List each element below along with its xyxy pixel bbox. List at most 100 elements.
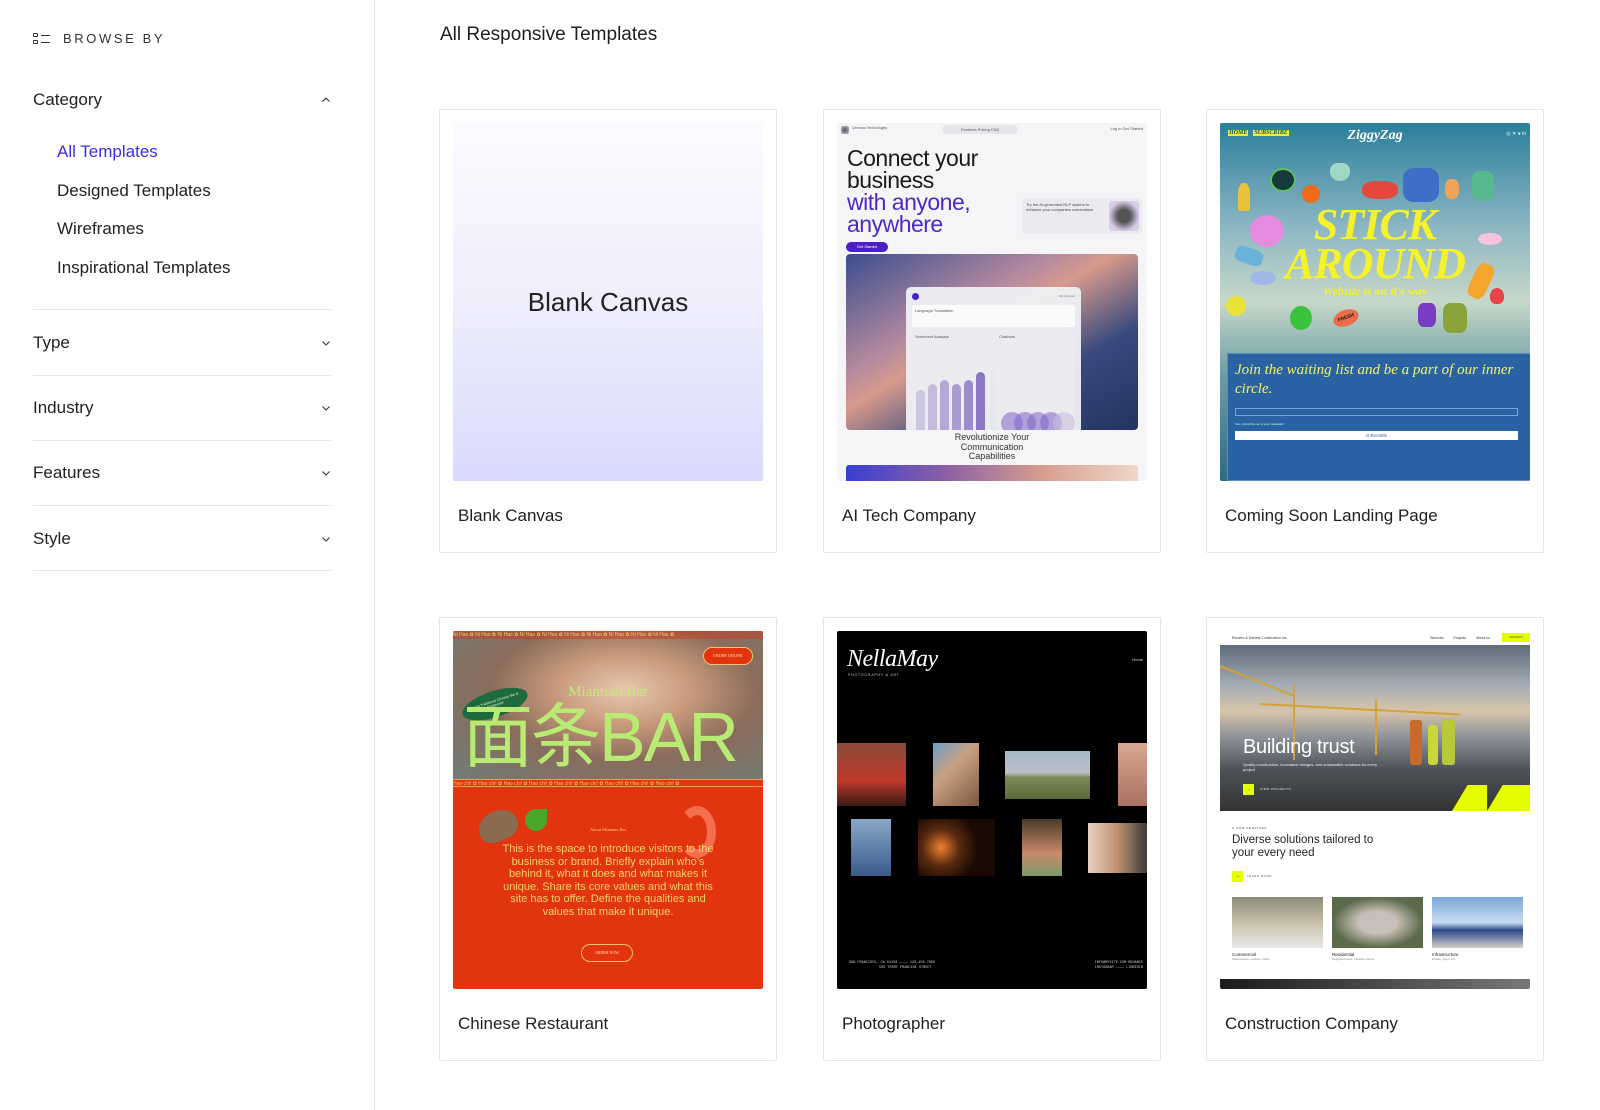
preview-nav: Romero & Daniels Construction Inc. Servi… bbox=[1220, 631, 1530, 645]
preview-service: Infrastructure Roads, pipes, etc. bbox=[1432, 897, 1523, 961]
accent-shape bbox=[1452, 785, 1530, 811]
preview-footer-right: INFO@MYSITE.COM BEHANCE INSTAGRAM ———— L… bbox=[1094, 961, 1143, 970]
template-name: Construction Company bbox=[1225, 1014, 1398, 1033]
sticker-fresh: FRESH bbox=[1331, 306, 1361, 330]
sidebar: BROWSE BY Category All Templates Designe… bbox=[0, 0, 375, 1110]
preview-headline: Building trust bbox=[1243, 736, 1355, 758]
social-icons: ◎ ✕ ● in bbox=[1506, 131, 1526, 137]
worker-graphic bbox=[1410, 720, 1422, 765]
logo-icon bbox=[841, 126, 849, 134]
preview-footer-left: SAN FRANCISCO, CA 94158 ———— 123-456-789… bbox=[849, 961, 936, 970]
filter-style-toggle[interactable]: Style bbox=[33, 527, 331, 551]
template-card-ai-tech-company[interactable]: Cenvoso Technologies Features Pricing FA… bbox=[823, 109, 1161, 553]
template-thumbnail[interactable]: NellaMay PHOTOGRAPHY & ART Home SAN FRAN… bbox=[837, 631, 1147, 989]
photo-thumb bbox=[837, 743, 906, 806]
photo-thumb bbox=[1022, 819, 1062, 876]
template-card-photographer[interactable]: NellaMay PHOTOGRAPHY & ART Home SAN FRAN… bbox=[823, 617, 1161, 1061]
preview-nav-right: Log in Get Started bbox=[1110, 126, 1143, 131]
template-card-chinese-restaurant[interactable]: Ni Hao ✿ Ni Hao ✿ Ni Hao ✿ Ni Hao ✿ Ni H… bbox=[439, 617, 777, 1061]
filter-features-toggle[interactable]: Features bbox=[33, 461, 331, 485]
divider bbox=[33, 570, 331, 571]
preview-about-text: This is the space to introduce visitors … bbox=[502, 843, 714, 918]
preview-logo: NellaMay bbox=[847, 646, 938, 672]
preview-nav: Home bbox=[1132, 657, 1143, 662]
template-thumbnail[interactable]: Romero & Daniels Construction Inc. Servi… bbox=[1220, 631, 1530, 989]
category-item-inspirational-templates[interactable]: Inspirational Templates bbox=[57, 256, 331, 295]
category-item-wireframes[interactable]: Wireframes bbox=[57, 217, 331, 256]
filter-features: Features bbox=[33, 461, 331, 485]
sticker-graphic bbox=[1445, 179, 1459, 199]
chevron-up-icon bbox=[321, 95, 331, 105]
template-card-blank-canvas[interactable]: Blank Canvas Blank Canvas bbox=[439, 109, 777, 553]
template-thumbnail[interactable]: Ni Hao ✿ Ni Hao ✿ Ni Hao ✿ Ni Hao ✿ Ni H… bbox=[453, 631, 763, 989]
preview-dashboard: My Account Language Translation Sentimen… bbox=[906, 287, 1081, 430]
chevron-down-icon bbox=[321, 468, 331, 478]
preview-footer bbox=[846, 465, 1138, 481]
preview-tagline: Revolutionize Your Communication Capabil… bbox=[954, 432, 1030, 461]
sticker-graphic bbox=[1330, 163, 1350, 181]
divider bbox=[33, 440, 331, 441]
mushroom-graphic bbox=[473, 803, 523, 849]
sticker-graphic bbox=[1290, 306, 1312, 330]
photo-thumb bbox=[918, 819, 995, 876]
filter-category-label: Category bbox=[33, 90, 102, 109]
photo-thumb bbox=[1005, 751, 1090, 799]
preview-side-card: Try the AI-generated NLP system to enhan… bbox=[1022, 198, 1142, 234]
sticker-graphic bbox=[1403, 168, 1439, 202]
filter-type-toggle[interactable]: Type bbox=[33, 331, 331, 355]
filter-industry-toggle[interactable]: Industry bbox=[33, 396, 331, 420]
photo-thumb bbox=[1088, 823, 1147, 873]
worker-graphic bbox=[1428, 725, 1438, 765]
preview-services-title: Diverse solutions tailored to your every… bbox=[1232, 834, 1374, 859]
filter-industry-label: Industry bbox=[33, 398, 94, 417]
preview-signup-panel: Join the waiting list and be a part of o… bbox=[1227, 353, 1530, 481]
filter-list-icon bbox=[33, 32, 51, 45]
worker-graphic bbox=[1442, 719, 1455, 765]
photo-thumb bbox=[933, 743, 979, 806]
sticker-graphic bbox=[1270, 168, 1296, 192]
arrow-icon: → bbox=[1232, 871, 1243, 882]
preview-footer bbox=[1220, 979, 1530, 989]
sticker-graphic bbox=[1362, 181, 1398, 199]
sticker-graphic bbox=[1226, 296, 1246, 316]
blank-canvas-heading: Blank Canvas bbox=[527, 286, 689, 317]
filter-features-label: Features bbox=[33, 463, 101, 482]
sticker-graphic bbox=[1443, 303, 1467, 333]
divider bbox=[33, 505, 331, 506]
template-card-coming-soon[interactable]: HOME SUBSCRIBE ZiggyZag ◎ ✕ ● in FRESH ST… bbox=[1206, 109, 1544, 553]
sticker-graphic bbox=[1418, 303, 1436, 327]
preview-nav-links: Features Pricing FAQ bbox=[942, 125, 1018, 134]
chevron-down-icon bbox=[321, 534, 331, 544]
template-thumbnail[interactable]: Blank Canvas bbox=[453, 123, 763, 481]
circles-graphic bbox=[1001, 412, 1075, 430]
template-thumbnail[interactable]: Cenvoso Technologies Features Pricing FA… bbox=[837, 123, 1147, 481]
template-card-construction-company[interactable]: Romero & Daniels Construction Inc. Servi… bbox=[1206, 617, 1544, 1061]
preview-nav: Cenvoso Technologies Features Pricing FA… bbox=[837, 123, 1147, 137]
preview-ticker: Ni Hao ✿ Ni Hao ✿ Ni Hao ✿ Ni Hao ✿ Ni H… bbox=[453, 631, 763, 639]
preview-headline: Connect your business with anyone, anywh… bbox=[847, 145, 978, 237]
preview-headline: STICK AROUND bbox=[1285, 200, 1466, 288]
filter-category-toggle[interactable]: Category bbox=[33, 88, 331, 112]
photo-thumb bbox=[851, 819, 891, 876]
preview-cta: Get Started bbox=[846, 242, 888, 252]
template-thumbnail[interactable]: HOME SUBSCRIBE ZiggyZag ◎ ✕ ● in FRESH ST… bbox=[1220, 123, 1530, 481]
divider bbox=[33, 375, 331, 376]
filter-industry: Industry bbox=[33, 396, 331, 420]
preview-hero: Building trust Quality construction, inn… bbox=[1220, 645, 1530, 811]
photo-thumb bbox=[1118, 743, 1147, 806]
preview-order-button: ORDER ONLINE bbox=[703, 647, 753, 665]
bar-graphic bbox=[916, 372, 985, 430]
template-name: Blank Canvas bbox=[458, 506, 563, 525]
preview-brand: ZiggyZag bbox=[1347, 128, 1403, 143]
divider bbox=[33, 309, 331, 310]
preview-about-label: About Miantiao Bar bbox=[589, 827, 627, 832]
preview-subline: Website is on it's way bbox=[1322, 284, 1428, 298]
browse-by-header: BROWSE BY bbox=[33, 31, 165, 46]
category-item-all-templates[interactable]: All Templates bbox=[57, 140, 331, 179]
category-item-designed-templates[interactable]: Designed Templates bbox=[57, 179, 331, 218]
template-name: Chinese Restaurant bbox=[458, 1014, 609, 1033]
crane-graphic bbox=[1375, 700, 1377, 755]
chevron-down-icon bbox=[321, 338, 331, 348]
filter-style: Style bbox=[33, 527, 331, 551]
preview-brand: Cenvoso Technologies bbox=[852, 126, 888, 130]
